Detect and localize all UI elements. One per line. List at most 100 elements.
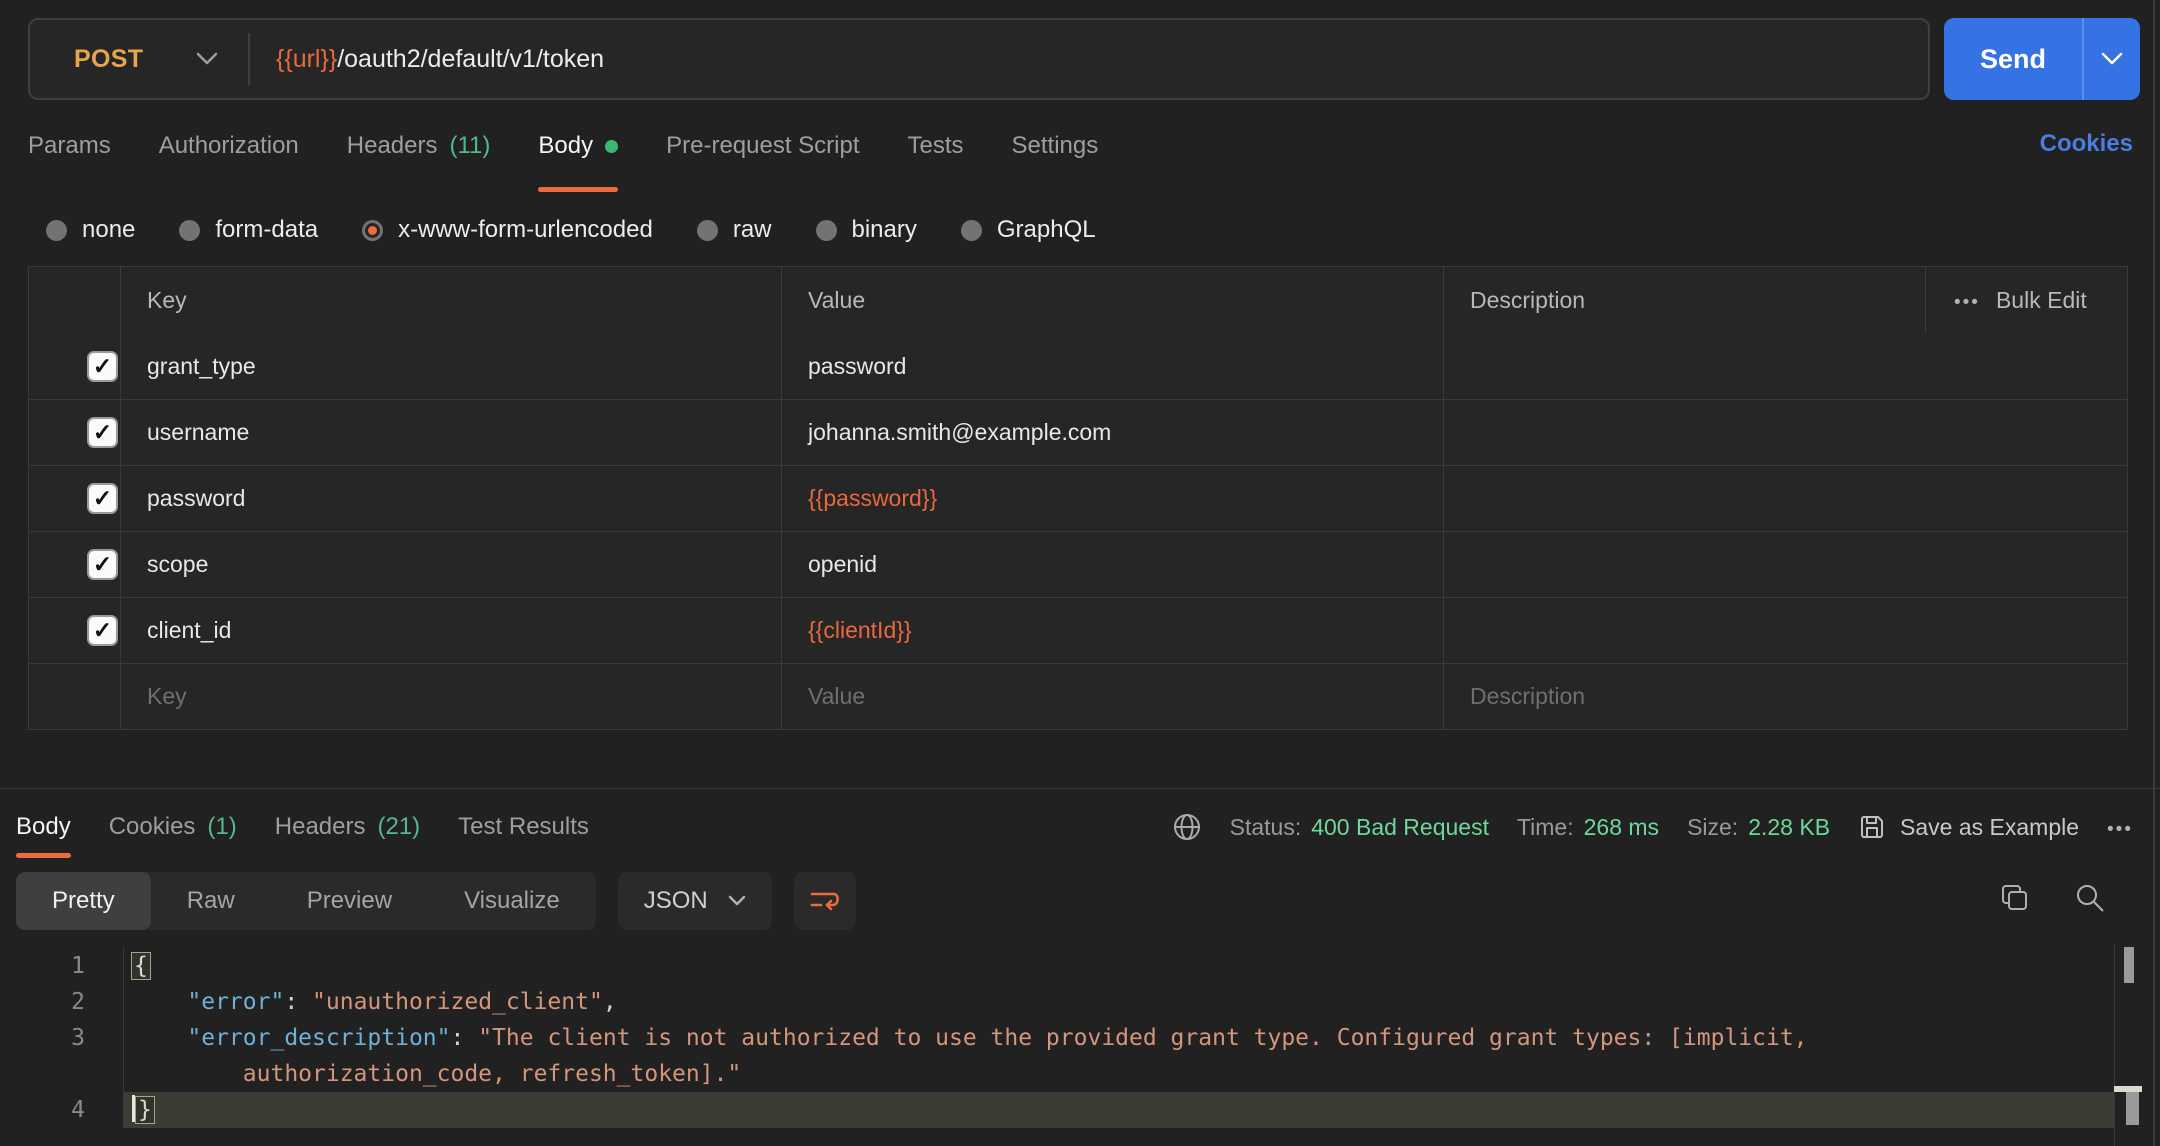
body-mode-label: binary [852, 216, 917, 244]
tab-count-badge: (11) [450, 132, 491, 160]
time-indicator: Time: 268 ms [1517, 814, 1659, 841]
chevron-down-icon [2101, 52, 2123, 66]
key-cell[interactable]: username [120, 400, 781, 465]
view-mode-visualize[interactable]: Visualize [428, 872, 596, 930]
key-cell[interactable]: scope [120, 532, 781, 597]
description-cell[interactable] [1443, 598, 2127, 663]
tab-headers[interactable]: Headers(11) [347, 116, 491, 176]
description-cell[interactable] [1443, 333, 2127, 399]
tab-params[interactable]: Params [28, 116, 111, 176]
token-bracket: } [136, 1097, 154, 1123]
tab-pre-request-script[interactable]: Pre-request Script [666, 116, 859, 176]
send-button[interactable]: Send [1944, 18, 2082, 100]
response-tab-body[interactable]: Body [16, 798, 71, 856]
token-plain: , [603, 989, 617, 1015]
send-options-button[interactable] [2082, 18, 2140, 100]
send-button-group: Send [1944, 18, 2140, 100]
body-mode-label: x-www-form-urlencoded [398, 216, 653, 244]
value-cell-placeholder[interactable]: Value [781, 664, 1443, 729]
value-cell[interactable]: johanna.smith@example.com [781, 400, 1443, 465]
save-as-example-button[interactable]: Save as Example [1858, 813, 2079, 841]
radio-icon [961, 220, 982, 241]
response-tab-test-results[interactable]: Test Results [458, 798, 589, 856]
view-mode-preview[interactable]: Preview [271, 872, 428, 930]
network-globe-icon[interactable] [1172, 812, 1202, 842]
tab-label: Authorization [159, 132, 299, 160]
value-cell[interactable]: {{password}} [781, 466, 1443, 531]
token-plain [132, 989, 187, 1015]
pane-splitter[interactable] [0, 788, 2160, 789]
tab-label: Body [538, 132, 593, 160]
token-plain [132, 1061, 243, 1087]
cookies-link[interactable]: Cookies [2040, 130, 2133, 158]
response-tab-cookies[interactable]: Cookies(1) [109, 798, 237, 856]
bulk-edit-button[interactable]: Bulk Edit [1925, 267, 2127, 333]
search-response-button[interactable] [2074, 882, 2106, 914]
table-header-row: Key Value Description Bulk Edit [29, 267, 2127, 333]
description-cell[interactable] [1443, 466, 2127, 531]
tab-settings[interactable]: Settings [1012, 116, 1099, 176]
text-cursor [132, 1095, 135, 1122]
language-dropdown[interactable]: JSON [618, 872, 772, 930]
row-checkbox[interactable]: ✓ [87, 483, 118, 514]
url-input[interactable]: {{url}}/oauth2/default/v1/token [250, 45, 1928, 74]
code-scrollbar-thumb[interactable] [2124, 947, 2134, 983]
copy-response-button[interactable] [1998, 882, 2030, 914]
method-selector[interactable]: POST [30, 20, 248, 98]
body-mode-form-data[interactable]: form-data [179, 216, 318, 244]
table-row: ✓password{{password}} [29, 465, 2127, 531]
response-view-toolbar: PrettyRawPreviewVisualize JSON [16, 872, 856, 930]
value-cell[interactable]: openid [781, 532, 1443, 597]
wrap-lines-button[interactable] [794, 872, 856, 930]
key-cell-placeholder[interactable]: Key [120, 664, 781, 729]
row-checkbox[interactable]: ✓ [87, 417, 118, 448]
key-cell[interactable]: grant_type [120, 333, 781, 399]
url-bar: POST {{url}}/oauth2/default/v1/token [28, 18, 1930, 100]
body-mode-binary[interactable]: binary [816, 216, 917, 244]
code-scrollbar-thumb-bottom[interactable] [2126, 1092, 2139, 1125]
body-mode-options: none form-data x-www-form-urlencoded raw bin… [46, 204, 1096, 256]
view-mode-pretty[interactable]: Pretty [16, 872, 151, 930]
body-mode-graphql[interactable]: GraphQL [961, 216, 1096, 244]
tab-body[interactable]: Body [538, 116, 618, 176]
code-line: 2 "error": "unauthorized_client", [0, 984, 2160, 1020]
line-number: 2 [0, 984, 124, 1020]
code-text: } [124, 1092, 2114, 1128]
copy-icon [1998, 882, 2030, 914]
bulk-edit-label: Bulk Edit [1996, 287, 2087, 314]
window-scrollbar[interactable] [2153, 0, 2155, 1146]
value-cell[interactable]: password [781, 333, 1443, 399]
body-mode-x-www-form-urlencoded[interactable]: x-www-form-urlencoded [362, 216, 653, 244]
key-cell[interactable]: client_id [120, 598, 781, 663]
description-cell[interactable] [1443, 532, 2127, 597]
body-mode-none[interactable]: none [46, 216, 135, 244]
more-actions-button[interactable] [2107, 814, 2133, 841]
view-mode-raw[interactable]: Raw [151, 872, 271, 930]
checkbox-cell [29, 664, 120, 729]
token-bracket: { [132, 953, 150, 979]
row-checkbox[interactable]: ✓ [87, 549, 118, 580]
checkbox-cell: ✓ [29, 598, 120, 663]
row-checkbox[interactable]: ✓ [87, 351, 118, 382]
body-mode-raw[interactable]: raw [697, 216, 772, 244]
key-cell[interactable]: password [120, 466, 781, 531]
response-tabs: Body Cookies(1) Headers(21) Test Results [16, 798, 589, 856]
value-cell[interactable]: {{clientId}} [781, 598, 1443, 663]
url-path: /oauth2/default/v1/token [337, 45, 604, 73]
header-checkbox-cell [29, 267, 120, 333]
tab-authorization[interactable]: Authorization [159, 116, 299, 176]
checkbox-cell: ✓ [29, 466, 120, 531]
save-as-example-label: Save as Example [1900, 814, 2079, 841]
description-cell-placeholder[interactable]: Description [1443, 664, 2127, 729]
column-header-description: Description [1443, 267, 1925, 333]
table-row-empty: KeyValueDescription [29, 663, 2127, 729]
tab-label: Headers [275, 813, 366, 841]
row-checkbox[interactable]: ✓ [87, 615, 118, 646]
search-icon [2074, 882, 2106, 914]
line-number: 4 [0, 1092, 124, 1128]
response-tab-headers[interactable]: Headers(21) [275, 798, 420, 856]
description-cell[interactable] [1443, 400, 2127, 465]
chevron-down-icon [196, 52, 218, 66]
tab-tests[interactable]: Tests [908, 116, 964, 176]
token-string: "unauthorized_client" [312, 989, 603, 1015]
